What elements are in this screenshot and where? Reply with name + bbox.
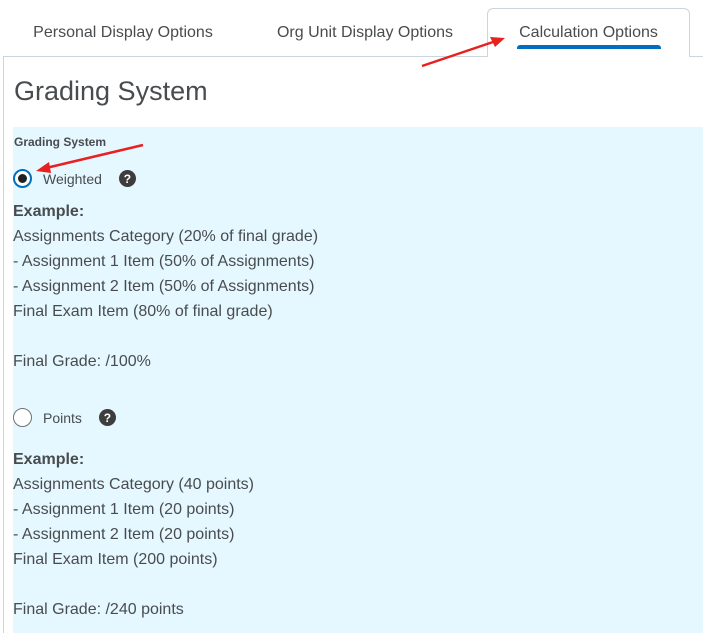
example-heading: Example: <box>13 203 85 220</box>
question-circle-icon[interactable]: ? <box>98 409 116 426</box>
example-line: Final Exam Item (80% of final grade) <box>13 303 273 320</box>
tab-personal-display-options[interactable]: Personal Display Options <box>3 10 243 55</box>
weighted-label[interactable]: Weighted <box>43 171 102 187</box>
panel-border <box>690 56 703 57</box>
panel-border <box>3 56 487 57</box>
example-line: - Assignment 1 Item (20 points) <box>13 501 235 518</box>
tab-bar: Personal Display Options Org Unit Displa… <box>0 0 703 57</box>
tab-calculation-options[interactable]: Calculation Options <box>487 8 690 57</box>
example-final-grade: Final Grade: /240 points <box>13 601 184 618</box>
weighted-example: Example: Assignments Category (20% of fi… <box>13 199 318 374</box>
example-line: - Assignment 2 Item (20 points) <box>13 526 235 543</box>
tab-org-unit-display-options[interactable]: Org Unit Display Options <box>245 10 485 55</box>
grading-system-section: Grading System Weighted ? Example: Assig… <box>13 127 703 633</box>
tab-label: Personal Display Options <box>33 23 213 41</box>
radio-option-points[interactable]: Points ? <box>13 408 116 427</box>
active-tab-indicator <box>517 45 661 49</box>
page-title: Grading System <box>14 76 208 106</box>
question-circle-icon[interactable]: ? <box>118 170 136 187</box>
tab-label: Org Unit Display Options <box>276 23 454 41</box>
grading-system-label: Grading System <box>14 135 107 149</box>
example-line: - Assignment 1 Item (50% of Assignments) <box>13 253 315 270</box>
weighted-radio[interactable] <box>13 169 32 188</box>
radio-option-weighted[interactable]: Weighted ? <box>13 169 136 188</box>
points-radio[interactable] <box>13 408 32 427</box>
example-line: Assignments Category (20% of final grade… <box>13 228 319 245</box>
tab-label: Calculation Options <box>519 24 658 41</box>
example-line: - Assignment 2 Item (50% of Assignments) <box>13 278 315 295</box>
example-heading: Example: <box>13 451 85 468</box>
panel-border <box>3 56 4 633</box>
points-label[interactable]: Points <box>43 410 82 426</box>
example-line: Assignments Category (40 points) <box>13 476 254 493</box>
example-final-grade: Final Grade: /100% <box>13 353 151 370</box>
points-example: Example: Assignments Category (40 points… <box>13 447 254 622</box>
example-line: Final Exam Item (200 points) <box>13 551 218 568</box>
